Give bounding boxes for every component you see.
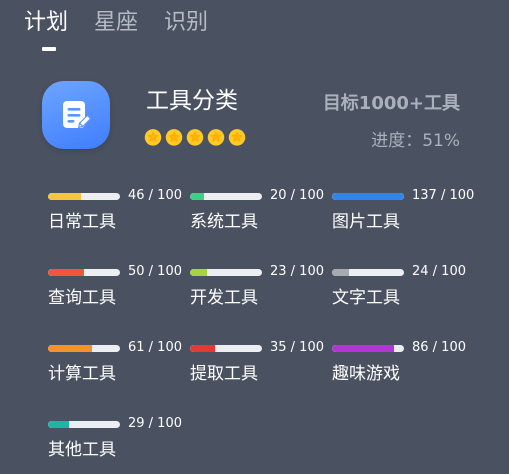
category-label: 查询工具	[48, 288, 116, 308]
category-count: 20 / 100	[270, 188, 324, 203]
category-progress-bar	[190, 345, 262, 352]
category-label: 文字工具	[332, 288, 400, 308]
category-label: 计算工具	[48, 364, 116, 384]
star-icon	[186, 129, 204, 146]
category-progress-bar	[48, 421, 120, 428]
category-label: 其他工具	[48, 440, 116, 460]
category-count: 35 / 100	[270, 340, 324, 355]
category-progress-fill	[48, 421, 69, 428]
category-progress-fill	[332, 193, 404, 200]
category-label: 系统工具	[190, 212, 258, 232]
category-count: 46 / 100	[128, 188, 182, 203]
star-icon	[165, 129, 183, 146]
category-progress-fill	[190, 269, 207, 276]
category-count: 24 / 100	[412, 264, 466, 279]
category-item[interactable]: 35 / 100 提取工具	[190, 338, 330, 398]
active-tab-indicator	[42, 47, 56, 51]
category-label: 提取工具	[190, 364, 258, 384]
tab-recognize[interactable]: 识别	[164, 8, 208, 38]
category-item[interactable]: 137 / 100 图片工具	[332, 186, 475, 246]
category-progress-fill	[48, 193, 82, 200]
category-progress-fill	[332, 269, 350, 276]
category-count: 23 / 100	[270, 264, 324, 279]
category-item[interactable]: 20 / 100 系统工具	[190, 186, 330, 246]
category-label: 图片工具	[332, 212, 400, 232]
tab-plan[interactable]: 计划	[24, 8, 68, 38]
star-icon	[144, 129, 162, 146]
category-progress-bar	[332, 269, 404, 276]
category-item[interactable]: 24 / 100 文字工具	[332, 262, 472, 322]
category-progress-fill	[190, 345, 216, 352]
category-progress-bar	[48, 269, 120, 276]
category-label: 趣味游戏	[332, 364, 400, 384]
category-progress-fill	[332, 345, 394, 352]
category-progress-bar	[332, 193, 404, 200]
category-progress-bar	[190, 193, 262, 200]
star-icon	[207, 129, 225, 146]
tab-bar: 计划 星座 识别	[24, 8, 208, 38]
category-progress-bar	[48, 193, 120, 200]
progress-text: 进度：51%	[371, 131, 460, 151]
tab-constellation[interactable]: 星座	[94, 8, 138, 38]
note-edit-icon-glyph	[63, 101, 91, 129]
card-title: 工具分类	[146, 88, 238, 114]
category-label: 日常工具	[48, 212, 116, 232]
category-item[interactable]: 23 / 100 开发工具	[190, 262, 330, 322]
category-progress-bar	[48, 345, 120, 352]
note-edit-icon	[42, 81, 110, 149]
star-icon	[228, 129, 246, 146]
category-count: 86 / 100	[412, 340, 466, 355]
category-progress-fill	[190, 193, 205, 200]
category-item[interactable]: 86 / 100 趣味游戏	[332, 338, 472, 398]
category-item[interactable]: 50 / 100 查询工具	[48, 262, 188, 322]
category-count: 137 / 100	[412, 188, 475, 203]
category-count: 61 / 100	[128, 340, 182, 355]
category-count: 29 / 100	[128, 416, 182, 431]
category-label: 开发工具	[190, 288, 258, 308]
rating-stars	[144, 128, 246, 146]
category-progress-fill	[48, 345, 92, 352]
category-progress-bar	[190, 269, 262, 276]
category-count: 50 / 100	[128, 264, 182, 279]
goal-text: 目标1000+工具	[322, 93, 460, 114]
category-item[interactable]: 61 / 100 计算工具	[48, 338, 188, 398]
category-progress-fill	[48, 269, 84, 276]
category-item[interactable]: 29 / 100 其他工具	[48, 414, 188, 474]
category-item[interactable]: 46 / 100 日常工具	[48, 186, 188, 246]
category-progress-bar	[332, 345, 404, 352]
